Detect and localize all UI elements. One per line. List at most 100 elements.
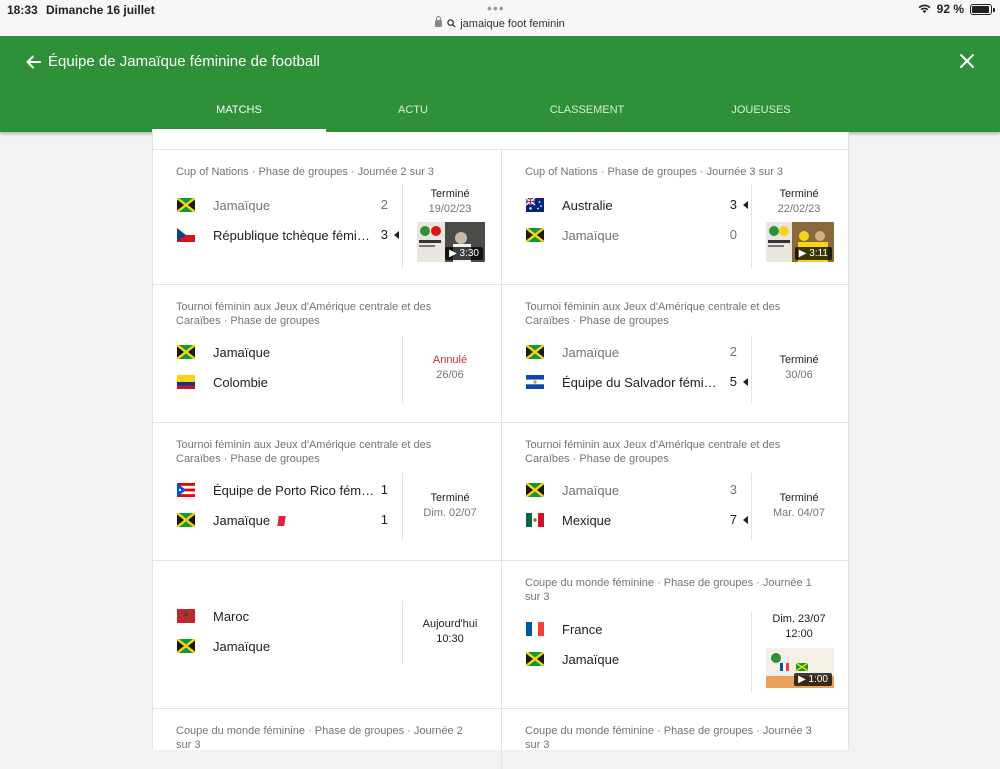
team-name: Équipe du Salvador fémi… [562, 374, 717, 390]
match-team-row: Jamaïque [526, 480, 619, 500]
video-thumbnail[interactable]: ▶ 3:11 [766, 222, 834, 262]
match-status: Terminé Mar. 04/07 [751, 491, 847, 521]
colombia-flag-icon [177, 375, 195, 389]
lock-icon [435, 16, 443, 27]
puerto-rico-flag-icon [177, 483, 195, 497]
match-team-row: France [526, 619, 602, 639]
video-thumbnail[interactable]: ▶ 1:00 [766, 648, 834, 688]
red-card-icon [277, 516, 286, 526]
match-team-row: République tchèque fémi… [177, 225, 370, 245]
el-salvador-flag-icon [526, 375, 544, 389]
match-card[interactable]: Maroc Jamaïque Aujourd'hui 10:30 [153, 561, 501, 709]
video-thumbnail[interactable]: ▶ 3:30 [417, 222, 485, 262]
match-status: Terminé Dim. 02/07 [402, 491, 498, 521]
jamaica-flag-icon [526, 483, 544, 497]
match-team-row: Jamaïque [177, 195, 270, 215]
duration-text: 3:30 [459, 248, 479, 259]
match-competition: Coupe du monde féminine · Phase de group… [525, 577, 812, 603]
team-name: Jamaïque [562, 344, 620, 360]
video-duration: ▶ 3:30 [445, 247, 483, 260]
match-card[interactable]: Cup of Nations · Phase de groupes · Jour… [501, 149, 849, 285]
status-label: Terminé [779, 492, 819, 504]
match-competition: Coupe du monde féminine · Phase de group… [525, 725, 812, 751]
match-team-row: Équipe de Porto Rico fém… [177, 480, 374, 500]
jamaica-flag-icon [526, 652, 544, 666]
match-team-row: Jamaïque [177, 342, 270, 362]
match-card[interactable]: Tournoi féminin aux Jeux d'Amérique cent… [501, 285, 849, 423]
match-competition: Tournoi féminin aux Jeux d'Amérique cent… [525, 439, 781, 465]
match-time: 12:00 [785, 628, 813, 640]
morocco-flag-icon [177, 609, 195, 623]
jamaica-flag-icon [526, 345, 544, 359]
address-bar[interactable]: jamaique foot feminin [0, 16, 1000, 30]
team-score: 3 [380, 227, 388, 242]
close-icon[interactable] [959, 53, 975, 69]
match-date: 22/02/23 [777, 203, 821, 215]
tab-actu[interactable]: ACTU [326, 96, 500, 132]
match-team-row: Mexique [526, 510, 611, 530]
match-card[interactable]: Tournoi féminin aux Jeux d'Amérique cent… [501, 423, 849, 561]
jamaica-flag-icon [177, 639, 195, 653]
match-competition: Coupe du monde féminine · Phase de group… [176, 725, 463, 751]
team-name: Équipe de Porto Rico fém… [213, 482, 375, 498]
match-team-row: Jamaïque [526, 225, 619, 245]
match-card[interactable]: Tournoi féminin aux Jeux d'Amérique cent… [153, 285, 501, 423]
match-team-row: Jamaïque [177, 510, 286, 530]
team-name: Mexique [562, 512, 612, 528]
team-name: Jamaïque [562, 651, 620, 667]
video-duration: ▶ 1:00 [794, 673, 832, 686]
team-score: 1 [380, 482, 388, 497]
page-title: Équipe de Jamaïque féminine de football [48, 53, 320, 70]
team-name: Maroc [213, 608, 250, 624]
team-score: 2 [380, 197, 388, 212]
match-competition: Tournoi féminin aux Jeux d'Amérique cent… [176, 301, 432, 327]
team-score: 0 [729, 227, 737, 242]
match-competition: Cup of Nations · Phase de groupes · Jour… [525, 166, 784, 178]
match-team-row: Colombie [177, 372, 268, 392]
match-card[interactable]: Coupe du monde féminine · Phase de group… [501, 561, 849, 709]
jamaica-flag-icon [177, 345, 195, 359]
match-time: 10:30 [436, 633, 464, 645]
more-dots-icon[interactable]: ••• [487, 0, 505, 16]
match-status: Terminé 22/02/23 [751, 187, 847, 217]
battery-percent: 92 % [936, 2, 964, 16]
match-team-row: Jamaïque [526, 649, 619, 669]
match-competition: Tournoi féminin aux Jeux d'Amérique cent… [525, 301, 781, 327]
tab-classement[interactable]: CLASSEMENT [500, 96, 674, 132]
ios-status-bar: 18:33 Dimanche 16 juillet ••• jamaique f… [0, 0, 1000, 36]
status-label: Terminé [430, 492, 470, 504]
match-competition: Tournoi féminin aux Jeux d'Amérique cent… [176, 439, 432, 465]
tab-joueuses[interactable]: JOUEUSES [674, 96, 848, 132]
match-card[interactable]: Coupe du monde féminine · Phase de group… [501, 709, 849, 769]
match-status: Terminé 19/02/23 [402, 187, 498, 217]
match-status: Dim. 23/07 12:00 [751, 612, 847, 642]
match-card[interactable]: Cup of Nations · Phase de groupes · Jour… [153, 149, 501, 285]
search-icon [447, 19, 456, 28]
team-name: Jamaïque [213, 638, 271, 654]
back-arrow-icon[interactable] [24, 52, 44, 72]
match-team-row: Maroc [177, 606, 249, 626]
team-name: France [562, 621, 603, 637]
team-name: République tchèque fémi… [213, 227, 370, 243]
address-text: jamaique foot feminin [460, 18, 565, 30]
team-name: Jamaïque [562, 482, 620, 498]
team-score: 7 [729, 512, 737, 527]
team-name: Australie [562, 197, 613, 213]
match-card[interactable]: Tournoi féminin aux Jeux d'Amérique cent… [153, 423, 501, 561]
duration-text: 3:11 [809, 248, 828, 259]
france-flag-icon [526, 622, 544, 636]
match-status: Aujourd'hui 10:30 [402, 617, 498, 647]
tab-matchs[interactable]: MATCHS [152, 96, 326, 132]
wifi-icon [918, 4, 931, 14]
match-status: Annulé 26/06 [402, 353, 498, 383]
match-competition: Cup of Nations · Phase de groupes · Jour… [176, 166, 435, 178]
match-team-row: Équipe du Salvador fémi… [526, 372, 717, 392]
tab-bar: MATCHS ACTU CLASSEMENT JOUEUSES [152, 96, 848, 132]
jamaica-flag-icon [526, 228, 544, 242]
match-card[interactable]: Coupe du monde féminine · Phase de group… [153, 709, 501, 769]
australia-flag-icon [526, 198, 544, 212]
team-score: 3 [729, 197, 737, 212]
matches-grid: Cup of Nations · Phase de groupes · Jour… [152, 132, 849, 769]
match-team-row: Jamaïque [526, 342, 619, 362]
jamaica-flag-icon [177, 198, 195, 212]
